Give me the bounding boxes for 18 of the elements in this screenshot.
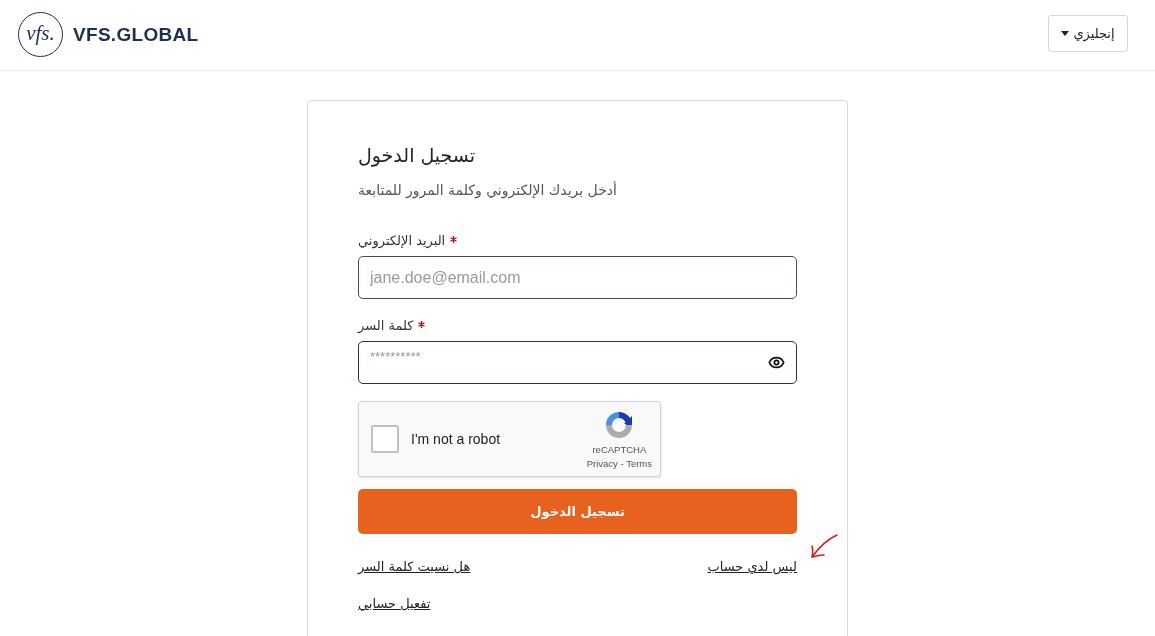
text-link[interactable]: هل نسيت كلمة السر: [358, 557, 471, 577]
login-subtitle: أدخل بريدك الإلكتروني وكلمة المرور للمتابعة: [358, 181, 618, 199]
show-password-icon[interactable]: [768, 354, 785, 371]
text-link[interactable]: تفعيل حسابي: [358, 594, 431, 614]
captcha-label: I'm not a robot: [411, 429, 502, 449]
login-title: تسجيل الدخول: [358, 143, 477, 169]
language-dropdown[interactable]: إنجليزي: [1048, 15, 1128, 52]
field-label: البريد الإلكتروني: [358, 232, 446, 251]
logo-wordmark: VFS.GLOBAL: [73, 22, 199, 47]
captcha-checkbox[interactable]: [371, 425, 399, 453]
text-link[interactable]: ليس لدي حساب: [707, 557, 797, 577]
recaptcha-links[interactable]: Privacy - Terms: [586, 457, 652, 470]
field-label: كلمة السر: [358, 317, 414, 336]
annotation-arrow-icon: [810, 534, 838, 559]
password-field[interactable]: **********: [358, 341, 797, 384]
recaptcha-brand: reCAPTCHA: [592, 443, 647, 456]
email-field[interactable]: jane.doe@email.com: [358, 256, 797, 299]
caret-icon: [1061, 31, 1070, 36]
